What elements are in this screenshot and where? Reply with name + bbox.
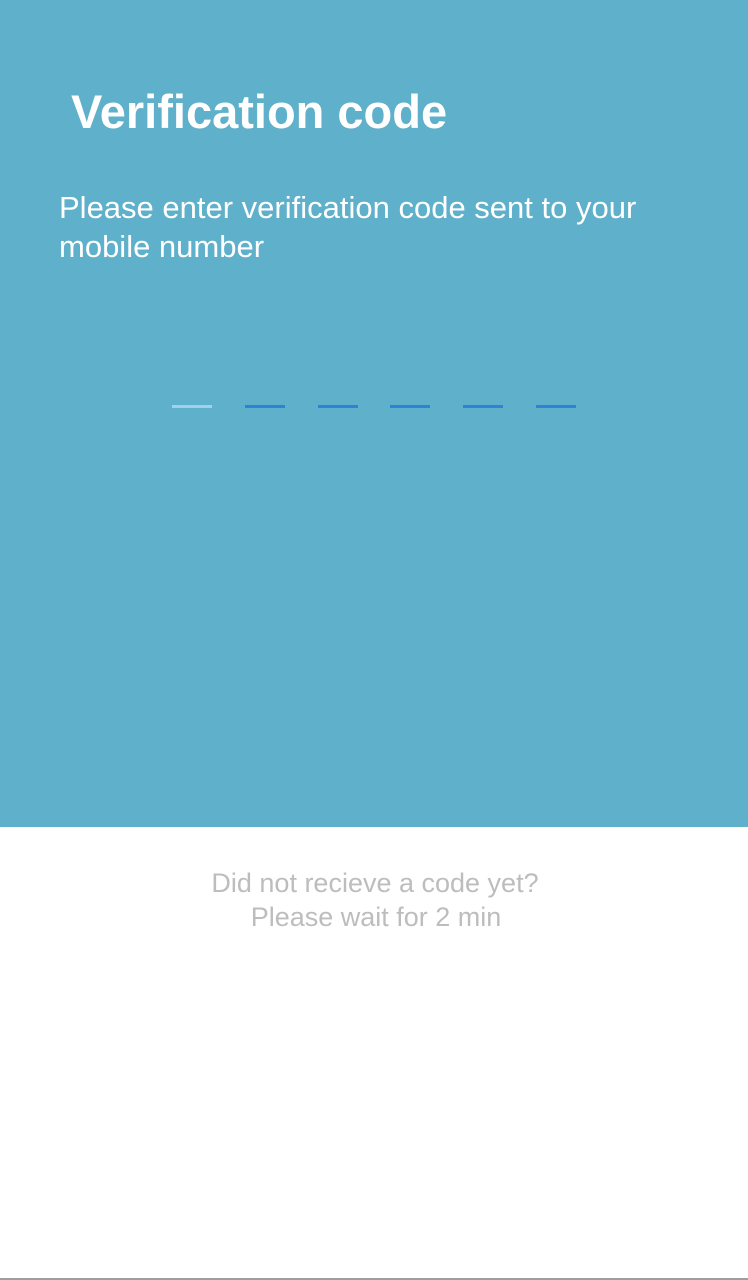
verification-code-underline-6: [536, 405, 576, 408]
verification-code-digit-1[interactable]: [172, 382, 212, 432]
verification-code-underline-2: [245, 405, 285, 408]
verification-code-underline-4: [390, 405, 430, 408]
resend-code-question: Did not recieve a code yet?: [211, 868, 539, 898]
verification-code-digit-5[interactable]: [463, 382, 503, 432]
verification-code-underline-1: [172, 405, 212, 408]
verification-screen: Verification code Please enter verificat…: [0, 0, 748, 1280]
verification-code-underline-5: [463, 405, 503, 408]
verification-code-value-4: [390, 382, 430, 402]
resend-wait-message: Please wait for 2 min: [250, 902, 502, 932]
verification-code-underline-3: [318, 405, 358, 408]
verification-code-value-5: [463, 382, 503, 402]
verification-instructions: Please enter verification code sent to y…: [59, 190, 637, 264]
verification-code-input-row: [172, 382, 576, 432]
verification-header-panel: Verification code Please enter verificat…: [0, 0, 748, 827]
verification-code-value-1: [172, 382, 212, 402]
verification-code-digit-2[interactable]: [245, 382, 285, 432]
verification-code-digit-3[interactable]: [318, 382, 358, 432]
verification-code-value-3: [318, 382, 358, 402]
verification-code-value-6: [536, 382, 576, 402]
resend-code-status: Did not recieve a code yet? Please wait …: [0, 866, 748, 934]
verification-code-digit-4[interactable]: [390, 382, 430, 432]
verification-code-digit-6[interactable]: [536, 382, 576, 432]
page-title: Verification code: [71, 85, 448, 138]
verification-code-value-2: [245, 382, 285, 402]
